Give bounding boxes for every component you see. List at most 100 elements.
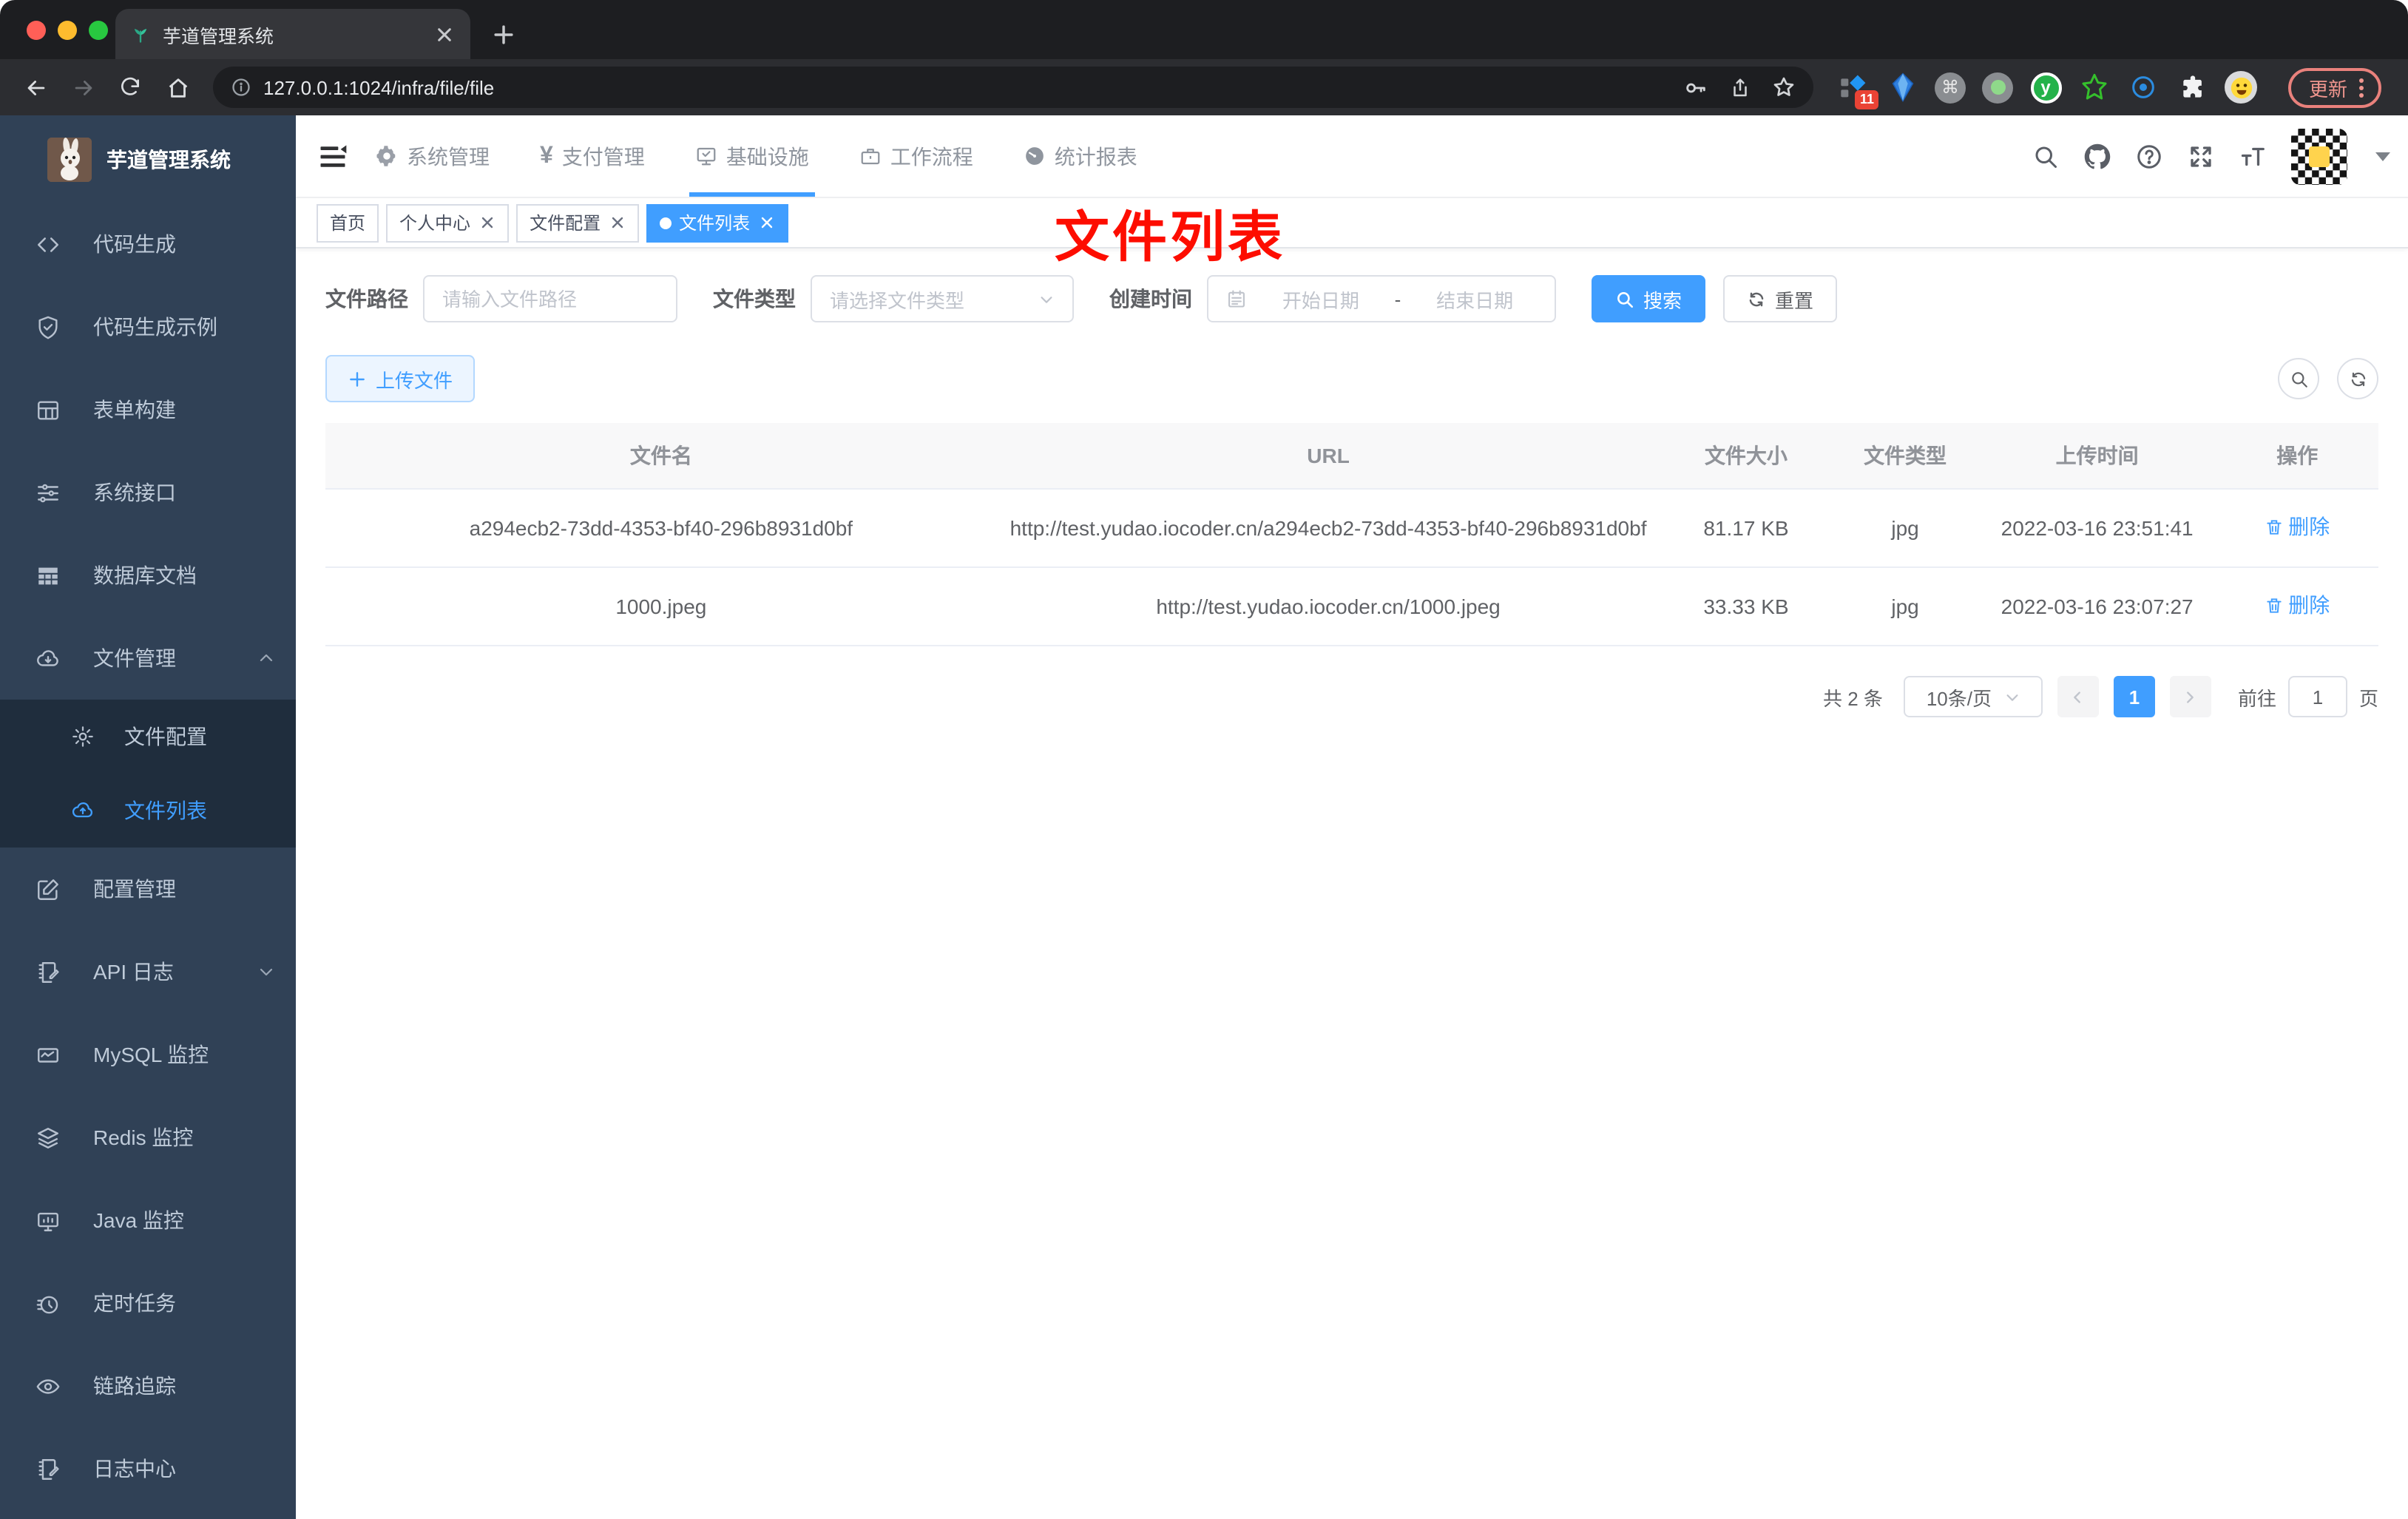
reset-button[interactable]: 重置	[1723, 275, 1838, 322]
forward-icon[interactable]	[62, 67, 104, 108]
share-icon[interactable]	[1729, 76, 1751, 98]
delete-button[interactable]: 删除	[2265, 589, 2330, 622]
delete-button[interactable]: 删除	[2265, 510, 2330, 544]
tab-close-icon[interactable]	[432, 22, 456, 46]
nav-tab-label: 系统管理	[407, 144, 490, 168]
search-icon[interactable]	[2032, 143, 2059, 169]
reload-icon[interactable]	[109, 67, 151, 108]
password-key-icon[interactable]	[1683, 75, 1708, 100]
sidebar-item-config-management[interactable]: 配置管理	[0, 848, 296, 930]
refresh-table-button[interactable]	[2337, 358, 2378, 399]
tag-close-icon[interactable]	[478, 214, 496, 231]
search-button[interactable]: 搜索	[1592, 275, 1706, 322]
sidebar-menu: 代码生成 代码生成示例 表单构建 系统接口 数据库文档 文件管理 文件配置 文件…	[0, 203, 296, 1510]
page-size-select[interactable]: 10条/页	[1903, 676, 2043, 718]
file-path-input[interactable]	[423, 275, 677, 322]
sidebar-item-scheduled-tasks[interactable]: 定时任务	[0, 1262, 296, 1344]
cell-size: 81.17 KB	[1703, 515, 1789, 540]
sidebar-item-label: 数据库文档	[93, 564, 197, 587]
sidebar-item-code-gen-example[interactable]: 代码生成示例	[0, 285, 296, 368]
help-icon[interactable]	[2136, 143, 2162, 169]
avatar-caret-icon[interactable]	[2375, 152, 2390, 160]
new-tab-button[interactable]	[482, 13, 524, 55]
fullscreen-icon[interactable]	[2188, 143, 2214, 169]
file-path-input-field[interactable]	[442, 288, 658, 310]
app-logo-row[interactable]: 芋道管理系统	[0, 123, 296, 197]
extension-record-icon[interactable]	[1982, 72, 2013, 103]
window-controls	[27, 21, 108, 40]
col-header-type: 文件类型	[1864, 444, 1947, 467]
nav-tab-reports[interactable]: 统计报表	[1024, 115, 1137, 197]
extension-emoji-icon[interactable]	[2225, 71, 2257, 104]
sidebar-item-system-api[interactable]: 系统接口	[0, 451, 296, 534]
tag-file-config[interactable]: 文件配置	[516, 203, 640, 242]
minimize-window-button[interactable]	[58, 21, 77, 40]
site-info-icon[interactable]	[231, 77, 251, 98]
sidebar-item-code-generation[interactable]: 代码生成	[0, 203, 296, 285]
file-type-select[interactable]: 请选择文件类型	[811, 275, 1074, 322]
hamburger-fold-icon[interactable]	[317, 140, 349, 172]
nav-tab-infrastructure[interactable]: 基础设施	[689, 115, 815, 197]
next-page-button[interactable]	[2169, 676, 2211, 718]
start-date-placeholder[interactable]: 开始日期	[1259, 285, 1383, 313]
show-search-toggle-button[interactable]	[2278, 358, 2319, 399]
sidebar-item-file-management[interactable]: 文件管理	[0, 617, 296, 700]
sidebar-item-tracing[interactable]: 链路追踪	[0, 1344, 296, 1427]
tag-close-icon[interactable]	[608, 214, 626, 231]
page-number-button[interactable]: 1	[2113, 676, 2155, 718]
browser-tab[interactable]: 芋道管理系统	[115, 9, 470, 59]
tag-profile[interactable]: 个人中心	[386, 203, 510, 242]
extension-command-icon[interactable]: ⌘	[1935, 72, 1966, 103]
browser-extensions: 11 ⌘ y 更新	[1837, 67, 2382, 109]
edit-square-icon	[35, 876, 61, 901]
goto-page-input[interactable]: 1	[2287, 676, 2347, 718]
extension-diamond-icon[interactable]: 11	[1837, 71, 1878, 109]
url-bar[interactable]: 127.0.0.1:1024/infra/file/file	[213, 67, 1813, 108]
tag-home[interactable]: 首页	[317, 203, 379, 242]
zoom-window-button[interactable]	[89, 21, 108, 40]
url-text[interactable]: 127.0.0.1:1024/infra/file/file	[263, 76, 1671, 98]
sidebar-item-file-config[interactable]: 文件配置	[0, 700, 296, 774]
layers-icon	[35, 1125, 61, 1150]
end-date-placeholder[interactable]: 结束日期	[1413, 285, 1537, 313]
cloud-upload-icon	[71, 799, 95, 822]
header-actions	[2032, 128, 2390, 184]
prev-page-button[interactable]	[2057, 676, 2099, 718]
goto-label: 前往	[2237, 687, 2276, 710]
bookmark-star-icon[interactable]	[1772, 75, 1796, 99]
sidebar-item-db-doc[interactable]: 数据库文档	[0, 534, 296, 617]
nav-tab-workflow[interactable]: 工作流程	[859, 115, 973, 197]
browser-update-button[interactable]: 更新	[2288, 67, 2382, 107]
sidebar-item-label: Redis 监控	[93, 1126, 194, 1149]
date-range-picker[interactable]: 开始日期 - 结束日期	[1207, 275, 1556, 322]
sidebar-item-mysql-monitor[interactable]: MySQL 监控	[0, 1013, 296, 1096]
sidebar-item-form-builder[interactable]: 表单构建	[0, 368, 296, 451]
extension-eye-icon[interactable]	[2127, 71, 2160, 104]
tag-label: 首页	[330, 213, 366, 234]
sidebar-item-api-log[interactable]: API 日志	[0, 930, 296, 1013]
back-icon[interactable]	[15, 67, 56, 108]
y-letter: y	[2040, 77, 2051, 98]
extension-star-icon[interactable]	[2078, 71, 2111, 104]
font-size-icon[interactable]	[2239, 143, 2266, 169]
tag-close-icon[interactable]	[757, 214, 775, 231]
github-icon[interactable]	[2084, 143, 2111, 169]
avatar-qr-code[interactable]	[2291, 128, 2347, 184]
sidebar-item-file-list[interactable]: 文件列表	[0, 774, 296, 848]
table-toolbar: 上传文件	[325, 355, 2378, 402]
close-window-button[interactable]	[27, 21, 46, 40]
upload-file-button[interactable]: 上传文件	[325, 355, 476, 402]
browser-menu-icon[interactable]	[2359, 78, 2364, 97]
sidebar-item-log-center[interactable]: 日志中心	[0, 1427, 296, 1510]
sidebar-item-redis-monitor[interactable]: Redis 监控	[0, 1096, 296, 1179]
sidebar-item-label: API 日志	[93, 960, 174, 984]
sidebar-item-java-monitor[interactable]: Java 监控	[0, 1179, 296, 1262]
extensions-puzzle-icon[interactable]	[2176, 71, 2208, 104]
extension-yudao-icon[interactable]: y	[2029, 71, 2062, 104]
mysql-chart-icon	[35, 1042, 61, 1067]
extension-gem-icon[interactable]	[1886, 71, 1918, 104]
nav-tab-payment[interactable]: ¥ 支付管理	[540, 115, 645, 197]
home-icon[interactable]	[157, 67, 198, 108]
nav-tab-system[interactable]: 系统管理	[376, 115, 490, 197]
tag-file-list[interactable]: 文件列表	[646, 203, 789, 242]
